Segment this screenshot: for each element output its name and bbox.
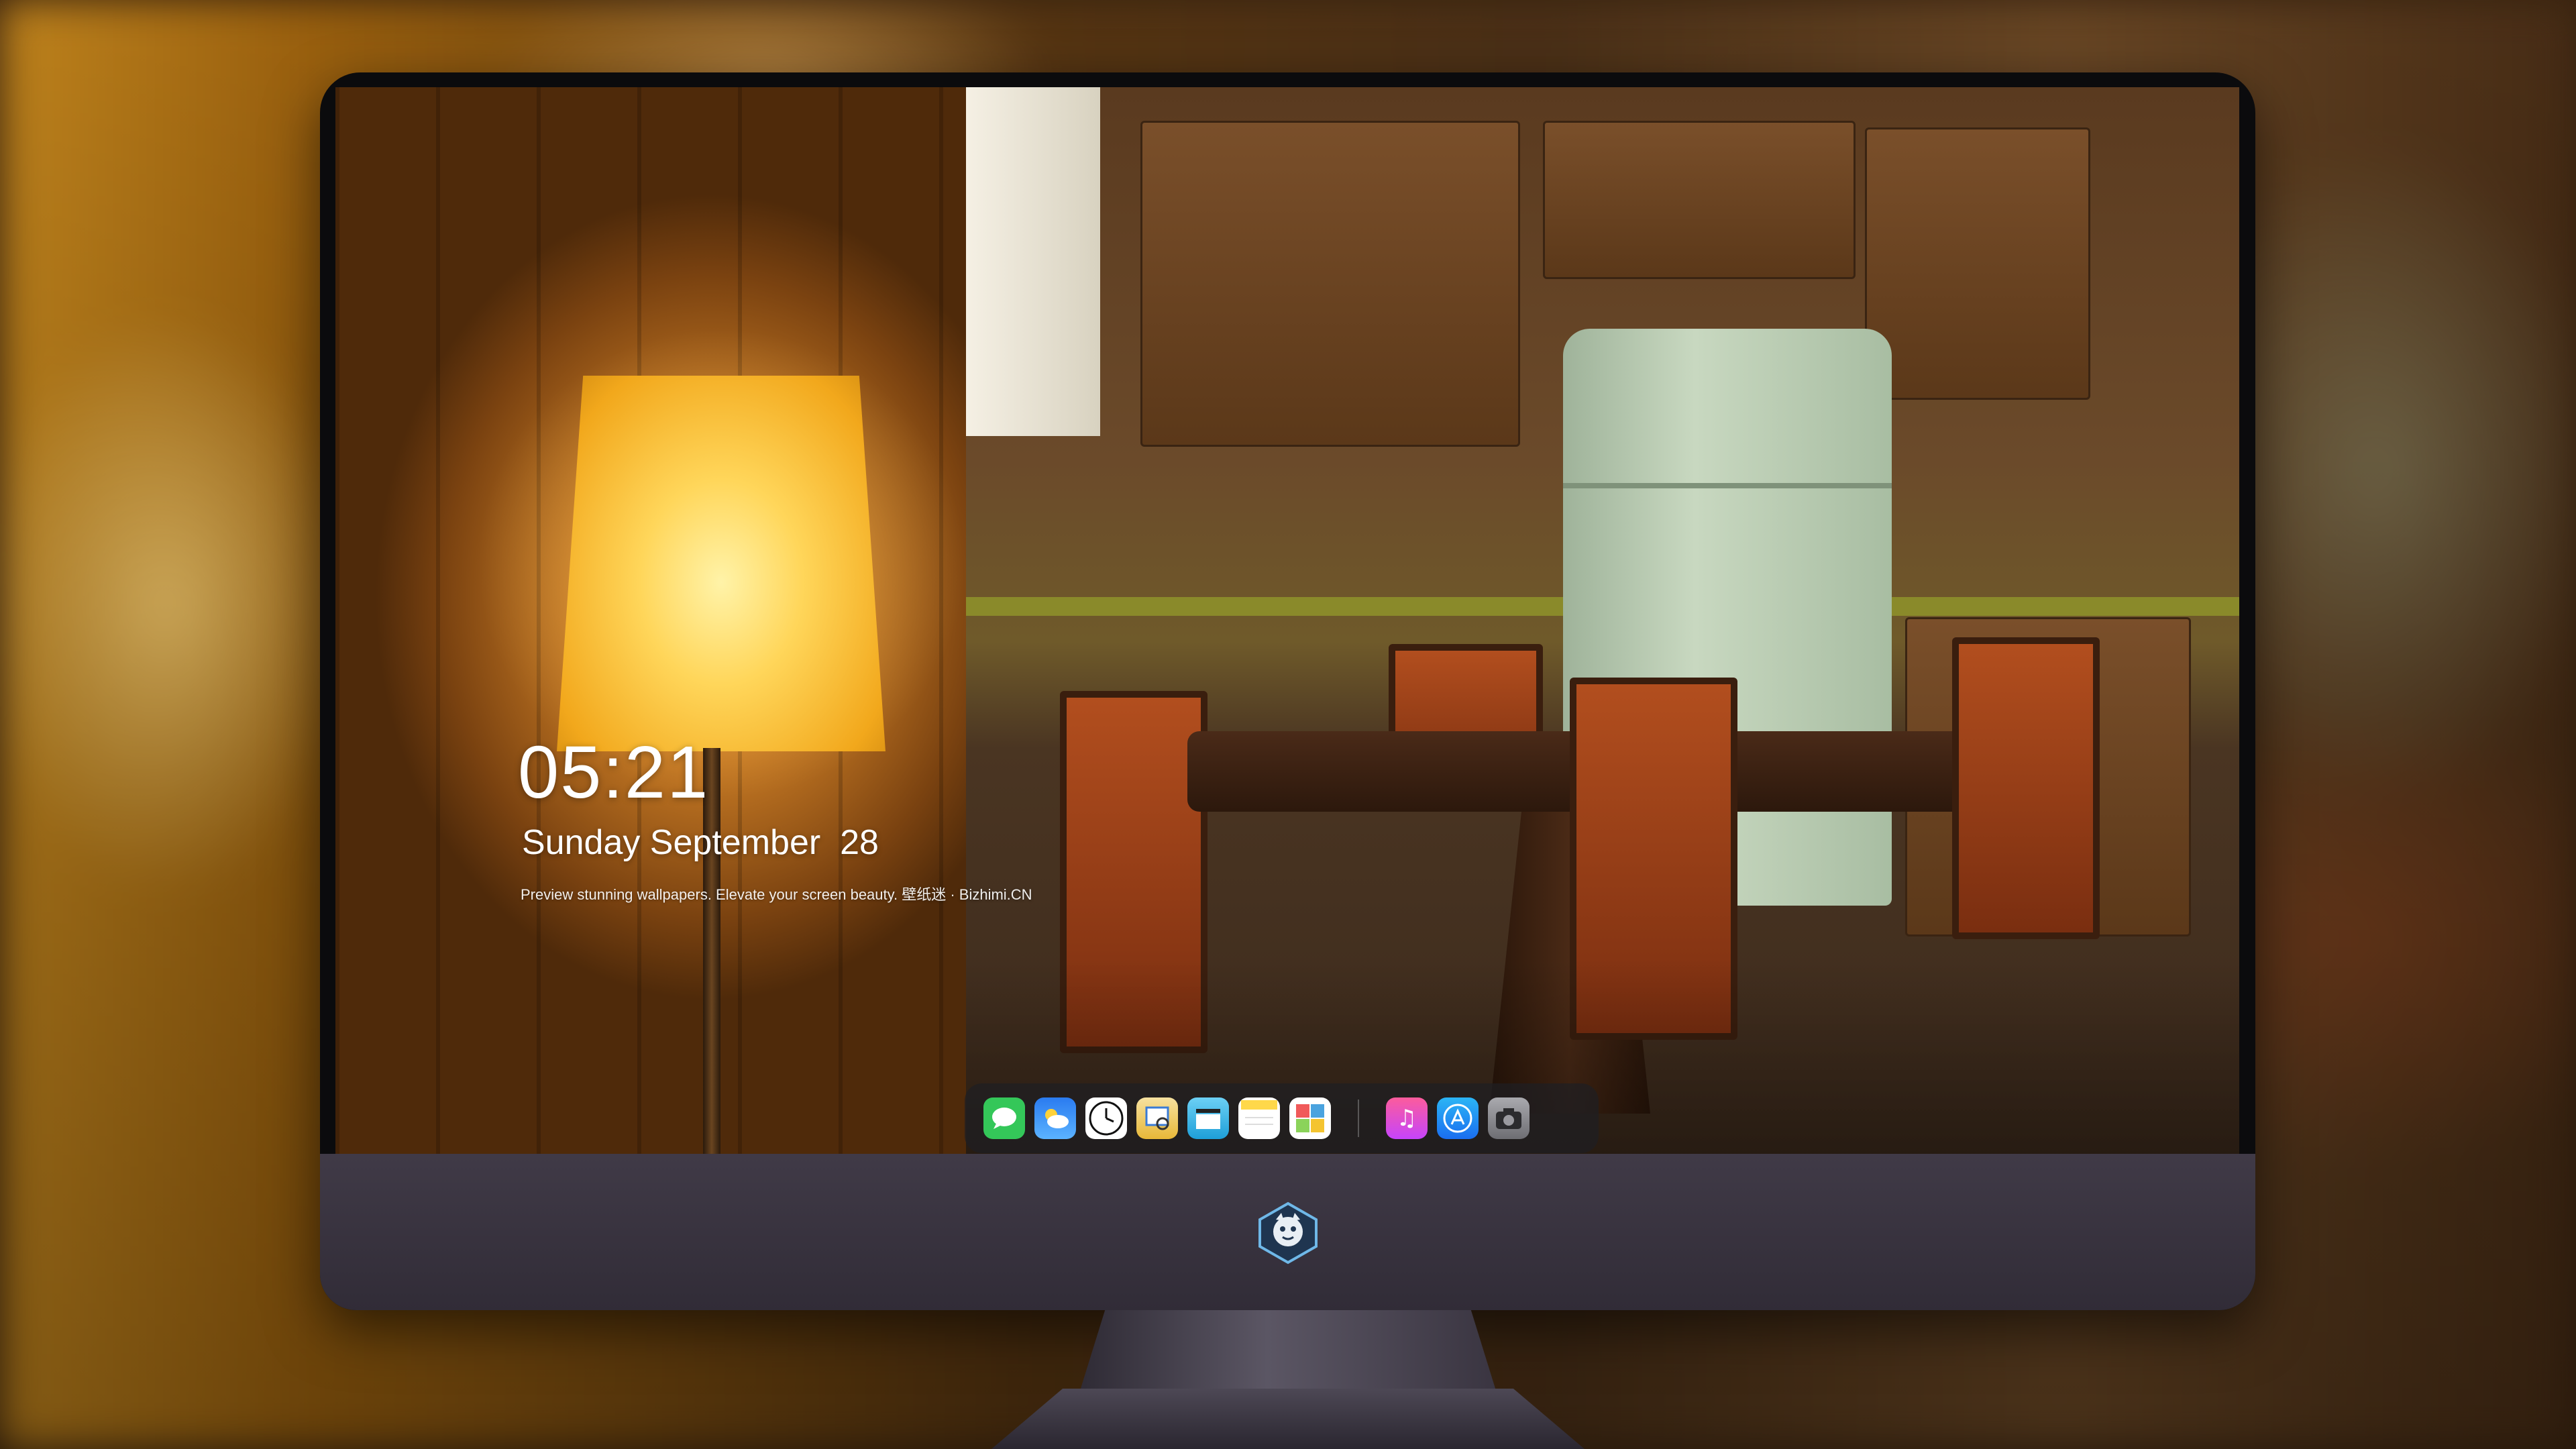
- camera-icon[interactable]: [1488, 1097, 1529, 1139]
- wallpaper-cabinet: [1140, 121, 1520, 447]
- wallpaper-lamp-shade: [557, 376, 885, 751]
- weather-icon[interactable]: [1034, 1097, 1076, 1139]
- dock: ♫: [965, 1083, 1599, 1153]
- wallpaper-cabinet: [1865, 127, 2090, 400]
- lockscreen-date: Sunday September 28: [522, 823, 879, 862]
- wallpaper-cabinet: [1543, 121, 1856, 279]
- fridge-door-split: [1563, 483, 1892, 488]
- monitor-screen: 05:21 Sunday September 28 Preview stunni…: [335, 87, 2239, 1154]
- dock-separator: [1358, 1099, 1359, 1137]
- wallpaper-chair: [1952, 637, 2100, 939]
- wallpaper-window: [966, 87, 1100, 436]
- notes-icon[interactable]: [1238, 1097, 1280, 1139]
- preview-icon[interactable]: [1136, 1097, 1178, 1139]
- app-store-icon[interactable]: [1437, 1097, 1479, 1139]
- lockscreen-clock: 05:21: [518, 731, 710, 814]
- lockscreen-caption: Preview stunning wallpapers. Elevate you…: [521, 886, 1032, 903]
- wallpaper-kitchen: [966, 87, 2239, 1154]
- messages-icon[interactable]: [983, 1097, 1025, 1139]
- monitor-stand-neck: [1080, 1310, 1496, 1391]
- photo-booth-icon[interactable]: [1289, 1097, 1331, 1139]
- clips-icon[interactable]: [1187, 1097, 1229, 1139]
- monitor-stand-base: [991, 1389, 1585, 1449]
- clock-icon[interactable]: [1085, 1097, 1127, 1139]
- music-icon[interactable]: ♫: [1386, 1097, 1428, 1139]
- mascot-logo-icon: [1256, 1201, 1320, 1265]
